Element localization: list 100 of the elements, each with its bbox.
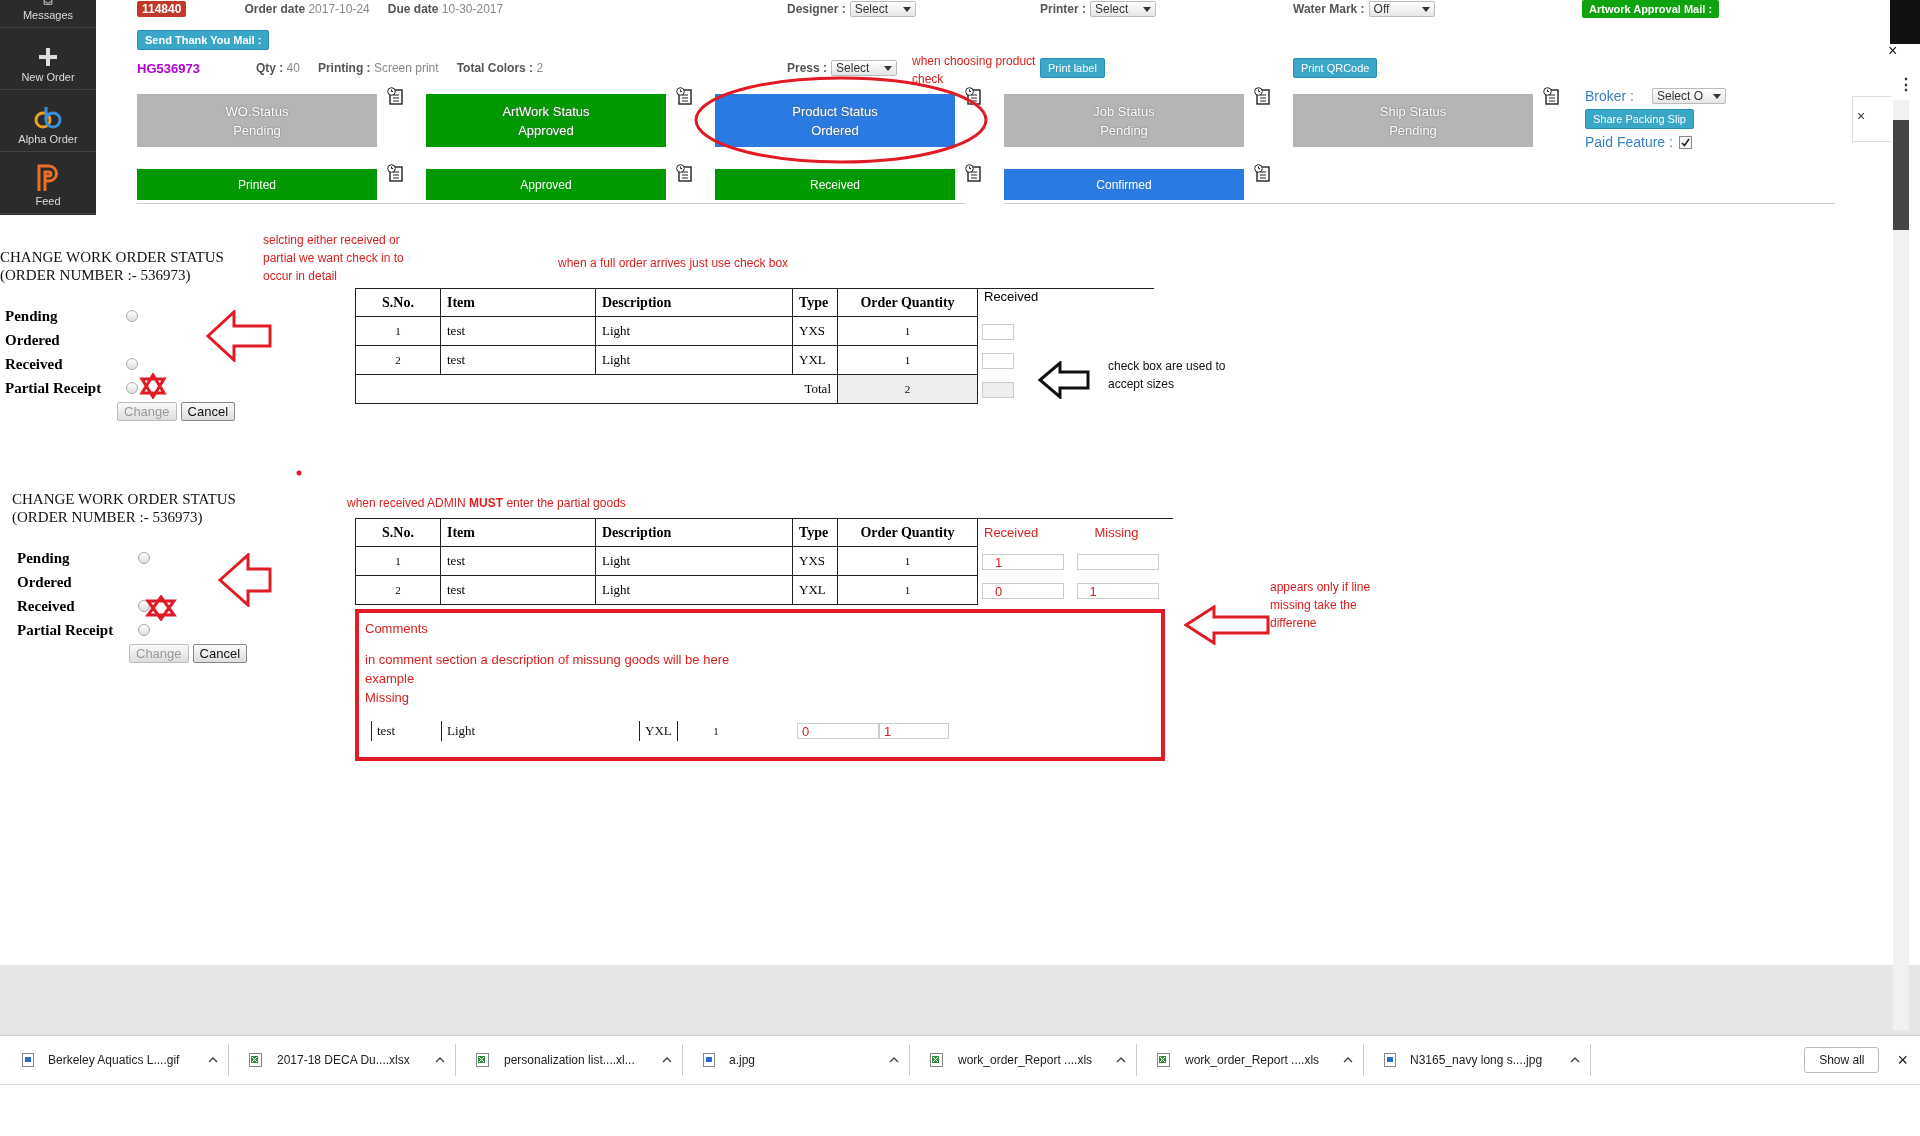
sidebar-item[interactable]: Messages [0, 0, 96, 28]
clipboard-clock-icon[interactable] [1543, 87, 1559, 105]
download-item[interactable]: work_order_Report ....xls [924, 1044, 1137, 1076]
annotation-note: selcting either received or partial we want check in to occur in detail [263, 232, 404, 285]
chevron-up-icon[interactable] [662, 1057, 672, 1063]
table-cell: test [440, 575, 596, 605]
annotation-note: when a full order arrives just use check box [558, 255, 789, 272]
clipboard-clock-icon[interactable] [387, 164, 403, 182]
select-dropdown[interactable]: Select [849, 1, 916, 17]
table-cell: test [440, 345, 596, 375]
clipboard-clock-icon[interactable] [676, 87, 692, 105]
missing-input[interactable]: 1 [1076, 582, 1159, 599]
clipboard-clock-icon[interactable] [1254, 164, 1270, 182]
status-tile[interactable]: ArtWork Status Approved [426, 94, 666, 147]
radio-button[interactable] [138, 552, 150, 564]
caret-icon[interactable] [902, 6, 911, 12]
received-input[interactable] [982, 323, 1014, 340]
column-header: Description [595, 288, 793, 317]
chevron-up-icon[interactable] [208, 1057, 218, 1063]
annotation-note: when received ADMIN MUST enter the partial goods [347, 495, 626, 512]
order-number-badge: 114840 [137, 1, 187, 17]
radio-button[interactable] [138, 600, 150, 612]
missing-input[interactable]: 1 [879, 723, 949, 739]
alpha-logo-icon [33, 106, 63, 130]
plus-icon [37, 46, 59, 68]
radio-button[interactable] [126, 310, 138, 322]
download-item[interactable]: N3165_navy long s....jpg [1378, 1044, 1591, 1076]
left-arrow-drawing [1038, 361, 1090, 399]
clipboard-clock-icon[interactable] [1254, 87, 1270, 105]
caret-icon[interactable] [1143, 6, 1151, 12]
substatus-tile[interactable]: Received [715, 169, 955, 200]
select-dropdown[interactable]: Select [831, 60, 898, 76]
image-file-icon [22, 1053, 34, 1067]
close-panel-button[interactable]: × [1857, 108, 1866, 124]
chevron-up-icon[interactable] [1570, 1057, 1580, 1063]
window-frame [1890, 0, 1920, 44]
table-cell: Light [595, 575, 793, 605]
column-header: Order Quantity [837, 518, 978, 547]
sidebar-item[interactable]: New Order [0, 28, 96, 90]
table-cell: YXS [792, 546, 838, 576]
close-downloads-button[interactable]: × [1897, 1049, 1908, 1071]
status-option-label: Partial Receipt [17, 621, 115, 639]
substatus-tile[interactable]: Confirmed [1004, 169, 1244, 200]
comments-text: in comment section a description of missung goods will be here example Missing [365, 651, 731, 707]
clipboard-clock-icon[interactable] [676, 164, 692, 182]
radio-button[interactable] [126, 358, 138, 370]
form-title: CHANGE WORK ORDER STATUS [12, 490, 236, 508]
download-item[interactable]: personalization list....xl... [470, 1044, 683, 1076]
sidebar-item[interactable]: Alpha Order [0, 90, 96, 152]
clipboard-clock-icon[interactable] [387, 87, 403, 105]
paid-feature-checkbox[interactable] [1678, 135, 1692, 149]
download-item[interactable]: work_order_Report ....xls [1151, 1044, 1364, 1076]
sidebar-item[interactable]: Feed [0, 152, 96, 214]
radio-button[interactable] [126, 382, 138, 394]
download-item[interactable]: Berkeley Aquatics L....gif [16, 1044, 229, 1076]
chevron-up-icon[interactable] [889, 1057, 899, 1063]
table-cell: Light [595, 546, 793, 576]
received-input[interactable]: 0 [982, 582, 1064, 599]
received-input[interactable]: 0 [797, 723, 879, 739]
broker-select[interactable]: Select O [1652, 88, 1727, 104]
substatus-tile[interactable]: Approved [426, 169, 666, 200]
annotation-note: appears only if line missing take the differene [1270, 579, 1371, 632]
download-item[interactable]: 2017-18 DECA Du....xlsx [243, 1044, 456, 1076]
close-icon[interactable]: × [1888, 42, 1898, 60]
caret-icon[interactable] [1713, 93, 1722, 99]
cancel-button[interactable]: Cancel [192, 644, 247, 663]
annotation-note: check box are used to accept sizes [1108, 358, 1226, 393]
received-input[interactable]: 1 [982, 553, 1064, 570]
show-all-button[interactable]: Show all [1804, 1047, 1880, 1073]
select-dropdown[interactable]: Select [1090, 1, 1156, 17]
column-header: Received [977, 288, 1154, 317]
status-tile[interactable]: Product Status Ordered [715, 94, 955, 147]
table-cell: 1 [837, 546, 978, 576]
received-input[interactable] [982, 352, 1014, 369]
star-icon [139, 373, 167, 399]
clipboard-clock-icon[interactable] [965, 87, 981, 105]
menu-icon[interactable]: ⋮ [1898, 75, 1914, 94]
substatus-tile[interactable]: Printed [137, 169, 377, 200]
form-title: CHANGE WORK ORDER STATUS [0, 248, 224, 266]
table-cell: test [440, 316, 596, 346]
chevron-up-icon[interactable] [435, 1057, 445, 1063]
caret-icon[interactable] [1421, 6, 1430, 12]
status-option-label: Pending [5, 307, 59, 325]
cancel-button[interactable]: Cancel [180, 402, 235, 421]
select-dropdown[interactable]: Off [1368, 1, 1435, 17]
missing-input[interactable] [1076, 553, 1159, 570]
column-header: S.No. [355, 288, 441, 317]
column-header: Item [440, 518, 596, 547]
table-cell: YXL [792, 575, 838, 605]
chevron-up-icon[interactable] [1116, 1057, 1126, 1063]
chevron-up-icon[interactable] [1343, 1057, 1353, 1063]
clipboard-clock-icon[interactable] [965, 164, 981, 182]
received-input[interactable] [982, 381, 1014, 398]
column-header: S.No. [355, 518, 441, 547]
download-item[interactable]: a.jpg [697, 1044, 910, 1076]
caret-icon[interactable] [884, 65, 893, 71]
scrollbar[interactable] [1893, 100, 1909, 1030]
table-cell: 2 [355, 345, 441, 375]
order-code: HG536973 [137, 60, 200, 76]
radio-button[interactable] [138, 624, 150, 636]
